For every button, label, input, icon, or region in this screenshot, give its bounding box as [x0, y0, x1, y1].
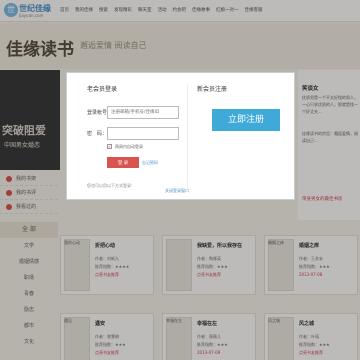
remember-label: 两周内自动登录	[115, 144, 143, 149]
login-title: 老会员登录	[87, 86, 118, 93]
password-input[interactable]	[107, 127, 179, 140]
forgot-password-link[interactable]: 忘记密码	[142, 160, 158, 166]
password-label: 密 码：	[87, 131, 108, 137]
login-button[interactable]: 登 录	[107, 157, 139, 168]
register-title: 新会员注册	[197, 86, 228, 93]
register-button[interactable]: 立即注册	[212, 109, 280, 131]
account-input[interactable]	[107, 106, 179, 119]
close-modal-link[interactable]: 关闭登录窗口	[165, 188, 189, 194]
remember-checkbox[interactable]: ✓	[107, 144, 112, 149]
other-login-text: 您也可以用以下方式登录：	[87, 183, 135, 188]
login-modal: 老会员登录 新会员注册 登录帐号： 密 码： ✓ 两周内自动登录 登 录 忘记密…	[66, 72, 295, 200]
modal-divider	[187, 85, 188, 189]
